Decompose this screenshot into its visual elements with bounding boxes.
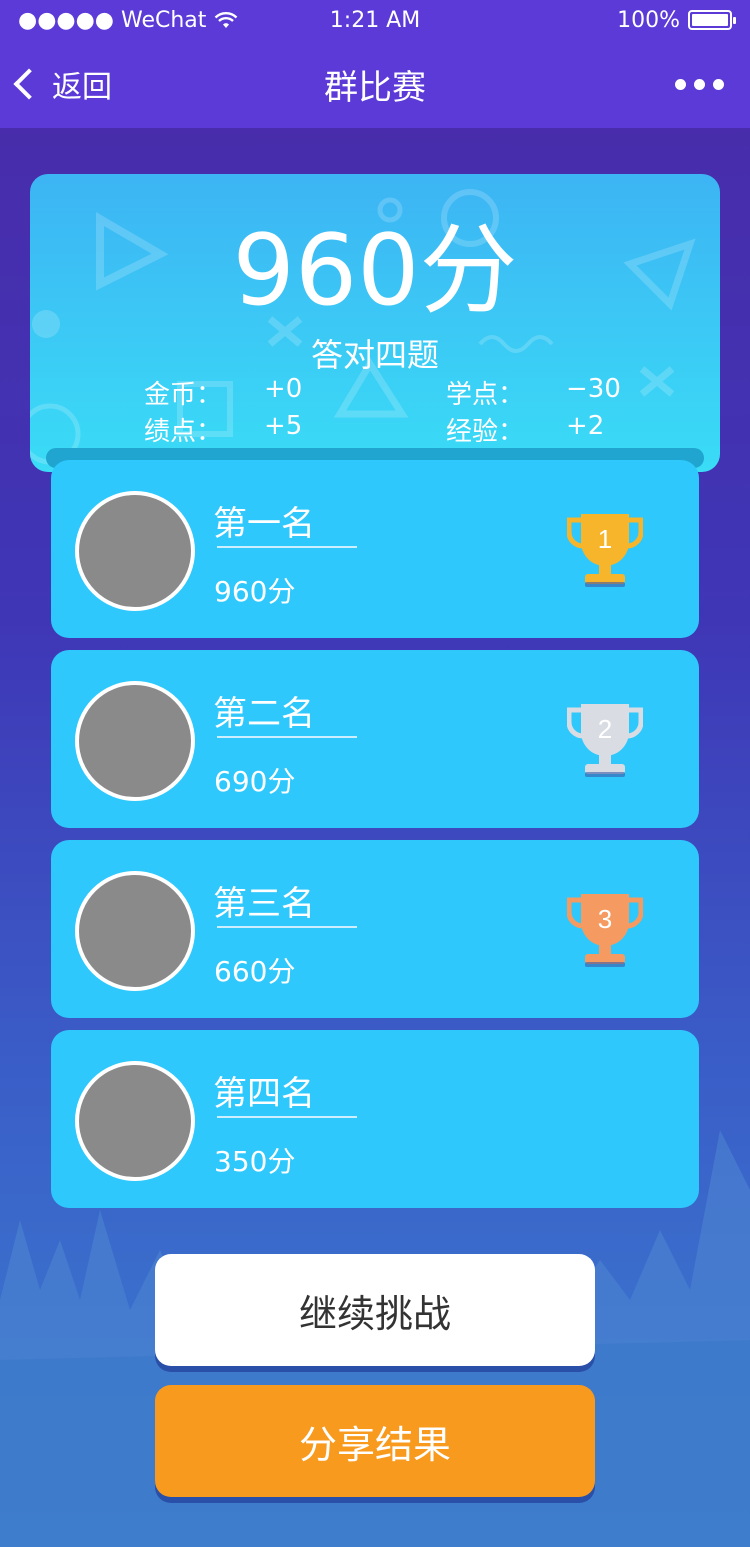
avatar bbox=[75, 491, 195, 611]
ranking-row[interactable]: 第一名 960分 1 bbox=[51, 460, 699, 638]
rank-score: 660分 bbox=[214, 955, 296, 988]
status-bar: ●●●●● WeChat 1:21 AM 100% bbox=[0, 0, 750, 40]
continue-challenge-button[interactable]: 继续挑战 bbox=[155, 1254, 595, 1366]
back-button[interactable]: 返回 bbox=[13, 40, 112, 128]
rank-label: 第四名 bbox=[213, 1074, 315, 1114]
rank-label: 第二名 bbox=[213, 694, 315, 734]
divider bbox=[217, 546, 357, 548]
wifi-icon bbox=[215, 12, 238, 28]
total-score: 960分 bbox=[232, 214, 518, 328]
back-label: 返回 bbox=[52, 70, 112, 105]
divider bbox=[217, 1116, 357, 1118]
points-label: 学点： bbox=[446, 380, 525, 410]
ranking-row[interactable]: 第二名 690分 2 bbox=[51, 650, 699, 828]
exp-label: 经验： bbox=[446, 417, 525, 447]
avatar bbox=[75, 681, 195, 801]
answer-summary: 答对四题 bbox=[310, 336, 439, 374]
avatar bbox=[75, 871, 195, 991]
gold-trophy-icon: 1 bbox=[567, 514, 643, 587]
coins-label: 金币： bbox=[144, 380, 223, 410]
ranking-row[interactable]: 第四名 350分 bbox=[51, 1030, 699, 1208]
more-menu-button[interactable] bbox=[675, 40, 724, 128]
points-value: −30 bbox=[566, 374, 621, 404]
merit-value: +5 bbox=[264, 411, 303, 441]
battery-percent: 100% bbox=[617, 7, 680, 33]
coins-value: +0 bbox=[264, 374, 303, 404]
rank-label: 第三名 bbox=[213, 884, 315, 924]
trophy-number: 2 bbox=[598, 714, 612, 744]
divider bbox=[217, 736, 357, 738]
battery-icon bbox=[688, 10, 736, 30]
carrier-label: ●●●●● WeChat bbox=[18, 7, 207, 33]
score-card: 960分 答对四题 金币： +0 学点： −30 绩点： +5 经验： +2 bbox=[30, 174, 720, 472]
merit-label: 绩点： bbox=[144, 417, 223, 447]
trophy-number: 3 bbox=[598, 904, 612, 934]
rank-label: 第一名 bbox=[213, 504, 315, 544]
ranking-row[interactable]: 第三名 660分 3 bbox=[51, 840, 699, 1018]
rank-score: 960分 bbox=[214, 575, 296, 608]
rank-score: 350分 bbox=[214, 1145, 296, 1178]
more-dots-icon bbox=[675, 78, 686, 90]
exp-value: +2 bbox=[566, 411, 605, 441]
bronze-trophy-icon: 3 bbox=[567, 894, 643, 967]
clock: 1:21 AM bbox=[329, 7, 421, 33]
share-result-button[interactable]: 分享结果 bbox=[155, 1385, 595, 1497]
rank-score: 690分 bbox=[214, 765, 296, 798]
avatar bbox=[75, 1061, 195, 1181]
divider bbox=[217, 926, 357, 928]
trophy-number: 1 bbox=[598, 524, 612, 554]
page-title: 群比赛 bbox=[324, 67, 426, 108]
silver-trophy-icon: 2 bbox=[567, 704, 643, 777]
chevron-left-icon bbox=[13, 68, 45, 100]
nav-bar: 返回 群比赛 bbox=[0, 40, 750, 128]
